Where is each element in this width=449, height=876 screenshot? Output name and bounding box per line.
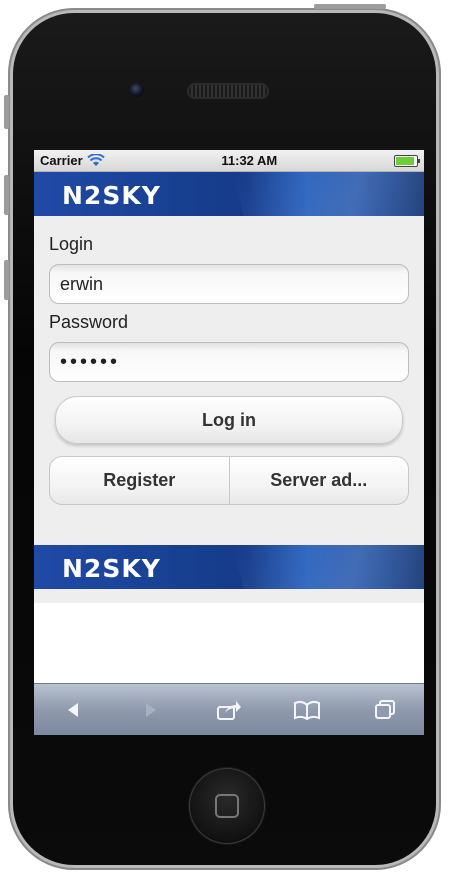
volume-up-button xyxy=(4,175,9,215)
clock: 11:32 AM xyxy=(221,153,278,168)
browser-toolbar xyxy=(34,683,424,735)
status-bar: Carrier 11:32 AM xyxy=(34,150,424,172)
footer-logo: N2SKY xyxy=(62,554,161,583)
battery-icon xyxy=(394,154,420,167)
logo: N2SKY xyxy=(62,181,161,210)
screen: Carrier 11:32 AM N2SKY Login erwin Passw… xyxy=(34,150,424,735)
share-icon[interactable] xyxy=(207,688,251,732)
login-button[interactable]: Log in xyxy=(55,396,403,444)
front-camera xyxy=(130,83,144,97)
password-label: Password xyxy=(49,312,129,332)
login-button-label: Log in xyxy=(202,409,256,430)
home-button[interactable] xyxy=(189,768,265,844)
register-button[interactable]: Register xyxy=(50,457,229,504)
password-input-value: •••••• xyxy=(60,350,121,373)
secondary-buttons: Register Server ad... xyxy=(49,456,409,505)
mute-switch xyxy=(4,95,9,129)
server-address-button-label: Server ad... xyxy=(270,470,368,490)
login-input-value: erwin xyxy=(60,273,104,294)
footer-banner: N2SKY xyxy=(34,545,424,589)
back-arrow-icon[interactable] xyxy=(51,688,95,732)
power-button xyxy=(314,4,386,9)
header-banner: N2SKY xyxy=(34,172,424,216)
login-input[interactable]: erwin xyxy=(49,264,409,304)
server-address-button[interactable]: Server ad... xyxy=(228,457,409,504)
forward-arrow-icon[interactable] xyxy=(129,688,173,732)
bookmarks-icon[interactable] xyxy=(285,688,329,732)
home-square-icon xyxy=(215,794,239,818)
tabs-icon[interactable] xyxy=(363,688,407,732)
wifi-icon xyxy=(86,154,105,166)
password-input[interactable]: •••••• xyxy=(49,342,409,382)
login-form: Login erwin Password •••••• Log in Regis… xyxy=(34,216,424,521)
register-button-label: Register xyxy=(103,470,176,490)
volume-down-button xyxy=(4,260,9,300)
earpiece-speaker xyxy=(187,83,269,99)
login-label: Login xyxy=(49,234,94,254)
carrier-label: Carrier xyxy=(40,153,83,168)
